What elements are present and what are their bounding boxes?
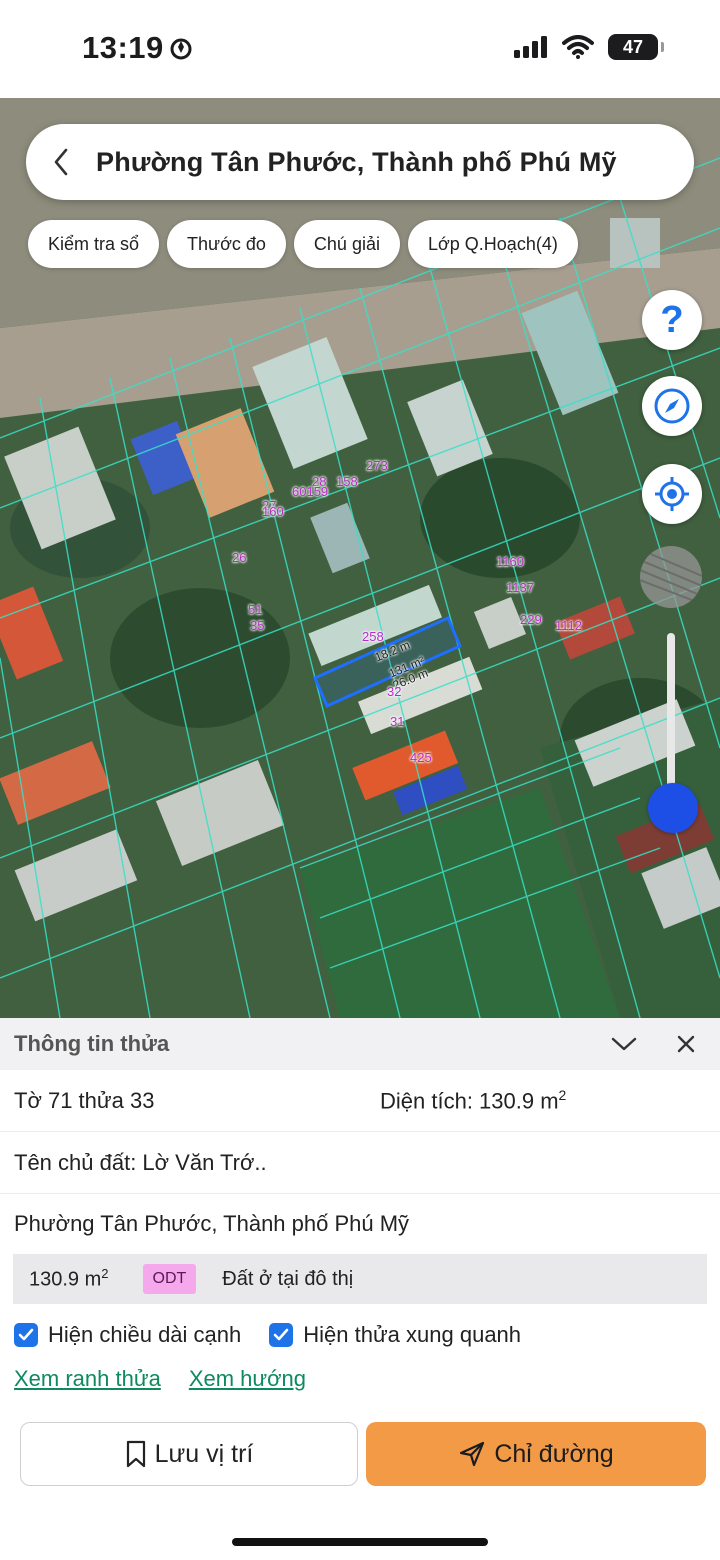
save-location-button[interactable]: Lưu vị trí bbox=[20, 1422, 358, 1486]
parcel-links: Xem ranh thửa Xem hướng bbox=[0, 1366, 720, 1392]
panel-title: Thông tin thửa bbox=[14, 1031, 170, 1056]
parcel-label: 229 bbox=[520, 612, 542, 627]
parcel-label: 31 bbox=[390, 714, 405, 729]
back-button[interactable] bbox=[26, 124, 96, 200]
save-location-label: Lưu vị trí bbox=[154, 1439, 254, 1468]
bookmark-icon bbox=[126, 1440, 145, 1468]
parcel-area-text: Diện tích: 130.9 m bbox=[380, 1088, 559, 1114]
chevron-down-icon bbox=[611, 1037, 637, 1051]
signal-icon bbox=[514, 36, 547, 58]
land-use-area: 130.9 m2 bbox=[29, 1266, 109, 1292]
home-indicator[interactable] bbox=[232, 1538, 488, 1546]
close-icon bbox=[677, 1035, 695, 1053]
close-button[interactable] bbox=[666, 1024, 706, 1064]
parcel-address-text: Phường Tân Phước, Thành phố Phú Mỹ bbox=[14, 1211, 410, 1236]
my-location-button[interactable] bbox=[642, 464, 702, 524]
parcel-label: 1160 bbox=[496, 554, 524, 569]
battery-icon: 47 bbox=[608, 34, 664, 60]
show-neighbor-parcels-label: Hiện thửa xung quanh bbox=[303, 1322, 522, 1347]
orientation-indicator bbox=[640, 546, 702, 608]
owner-row: Tên chủ đất: Lờ Văn Trớ.. bbox=[0, 1132, 720, 1194]
parcel-label: 160 bbox=[262, 504, 284, 519]
parcel-label: 258 bbox=[362, 629, 384, 644]
land-use-area-sup: 2 bbox=[101, 1266, 109, 1282]
parcel-label: 26 bbox=[232, 550, 247, 565]
location-title: Phường Tân Phước, Thành phố Phú Mỹ bbox=[96, 146, 617, 177]
parcel-sheet-row: Tờ 71 thửa 33 Diện tích: 130.9 m2 bbox=[0, 1070, 720, 1132]
status-bar: 13:19 47 bbox=[0, 0, 720, 98]
help-icon: ? bbox=[660, 298, 684, 341]
crosshair-icon bbox=[655, 477, 689, 511]
chip-measure[interactable]: Thước đo bbox=[167, 220, 286, 268]
parcel-label: 35 bbox=[250, 618, 265, 633]
show-edge-lengths-label: Hiện chiều dài cạnh bbox=[48, 1322, 242, 1347]
directions-button[interactable]: Chỉ đường bbox=[366, 1422, 706, 1486]
chip-legend[interactable]: Chú giải bbox=[293, 220, 400, 268]
parcel-label: 273 bbox=[366, 458, 388, 473]
show-neighbor-parcels-checkbox[interactable]: Hiện thửa xung quanh bbox=[269, 1322, 521, 1348]
land-use-type: Đất ở tại đô thị bbox=[222, 1267, 354, 1290]
location-search-bar[interactable]: Phường Tân Phước, Thành phố Phú Mỹ bbox=[26, 124, 694, 200]
owner-name: Tên chủ đất: Lờ Văn Trớ.. bbox=[14, 1149, 267, 1175]
parcel-area-sup: 2 bbox=[558, 1086, 567, 1103]
display-options: Hiện chiều dài cạnh Hiện thửa xung quanh bbox=[0, 1304, 720, 1366]
chip-check-certificate[interactable]: Kiểm tra sổ bbox=[28, 220, 160, 268]
location-active-icon bbox=[170, 38, 192, 60]
parcel-label: 51 bbox=[248, 602, 263, 617]
collapse-button[interactable] bbox=[604, 1024, 644, 1064]
status-time-text: 13:19 bbox=[82, 30, 164, 65]
land-use-row: 130.9 m2 ODT Đất ở tại đô thị bbox=[13, 1254, 707, 1304]
chip-planning-layer[interactable]: Lớp Q.Hoạch(4) bbox=[407, 220, 578, 268]
parcel-label: 60159 bbox=[292, 484, 329, 499]
parcel-address: Phường Tân Phước, Thành phố Phú Mỹ bbox=[0, 1194, 720, 1254]
zoom-slider-handle[interactable] bbox=[648, 783, 698, 833]
status-icons: 47 bbox=[514, 34, 664, 60]
parcel-area: Diện tích: 130.9 m2 bbox=[380, 1087, 566, 1114]
wifi-icon bbox=[562, 35, 594, 59]
map-tool-chips: Kiểm tra sổ Thước đo Chú giải Lớp Q.Hoạc… bbox=[28, 220, 578, 268]
parcel-label: 1112 bbox=[555, 618, 582, 633]
compass-button[interactable] bbox=[642, 376, 702, 436]
land-code-badge: ODT bbox=[142, 1264, 197, 1294]
battery-level: 47 bbox=[622, 36, 644, 57]
show-edge-lengths-checkbox[interactable]: Hiện chiều dài cạnh bbox=[14, 1322, 241, 1348]
parcel-label: 158 bbox=[336, 474, 358, 489]
action-buttons: Lưu vị trí Chỉ đường bbox=[20, 1422, 706, 1486]
parcel-label: 1137 bbox=[506, 580, 534, 595]
parcel-info-panel: Thông tin thửa Tờ 71 thửa 33 Diện tích: … bbox=[0, 1018, 720, 1560]
status-time: 13:19 bbox=[82, 30, 192, 66]
panel-header: Thông tin thửa bbox=[0, 1018, 720, 1070]
parcel-label: 425 bbox=[410, 750, 432, 765]
view-boundary-link[interactable]: Xem ranh thửa bbox=[14, 1366, 161, 1392]
land-use-area-text: 130.9 m bbox=[29, 1268, 102, 1291]
compass-icon bbox=[654, 388, 690, 424]
parcel-label: 32 bbox=[387, 684, 402, 699]
parcel-sheet-number: Tờ 71 thửa 33 bbox=[14, 1087, 155, 1113]
send-icon bbox=[460, 1441, 485, 1467]
help-button[interactable]: ? bbox=[642, 290, 702, 350]
chevron-left-icon bbox=[54, 148, 68, 176]
checkbox-checked-icon bbox=[14, 1323, 38, 1347]
orientation-icon bbox=[640, 551, 702, 605]
directions-label: Chỉ đường bbox=[494, 1439, 614, 1468]
view-direction-link[interactable]: Xem hướng bbox=[189, 1366, 306, 1392]
checkbox-checked-icon bbox=[269, 1323, 294, 1347]
map-view[interactable]: 273 28 60159 158 27 160 26 51 35 258 18.… bbox=[0, 98, 720, 1018]
